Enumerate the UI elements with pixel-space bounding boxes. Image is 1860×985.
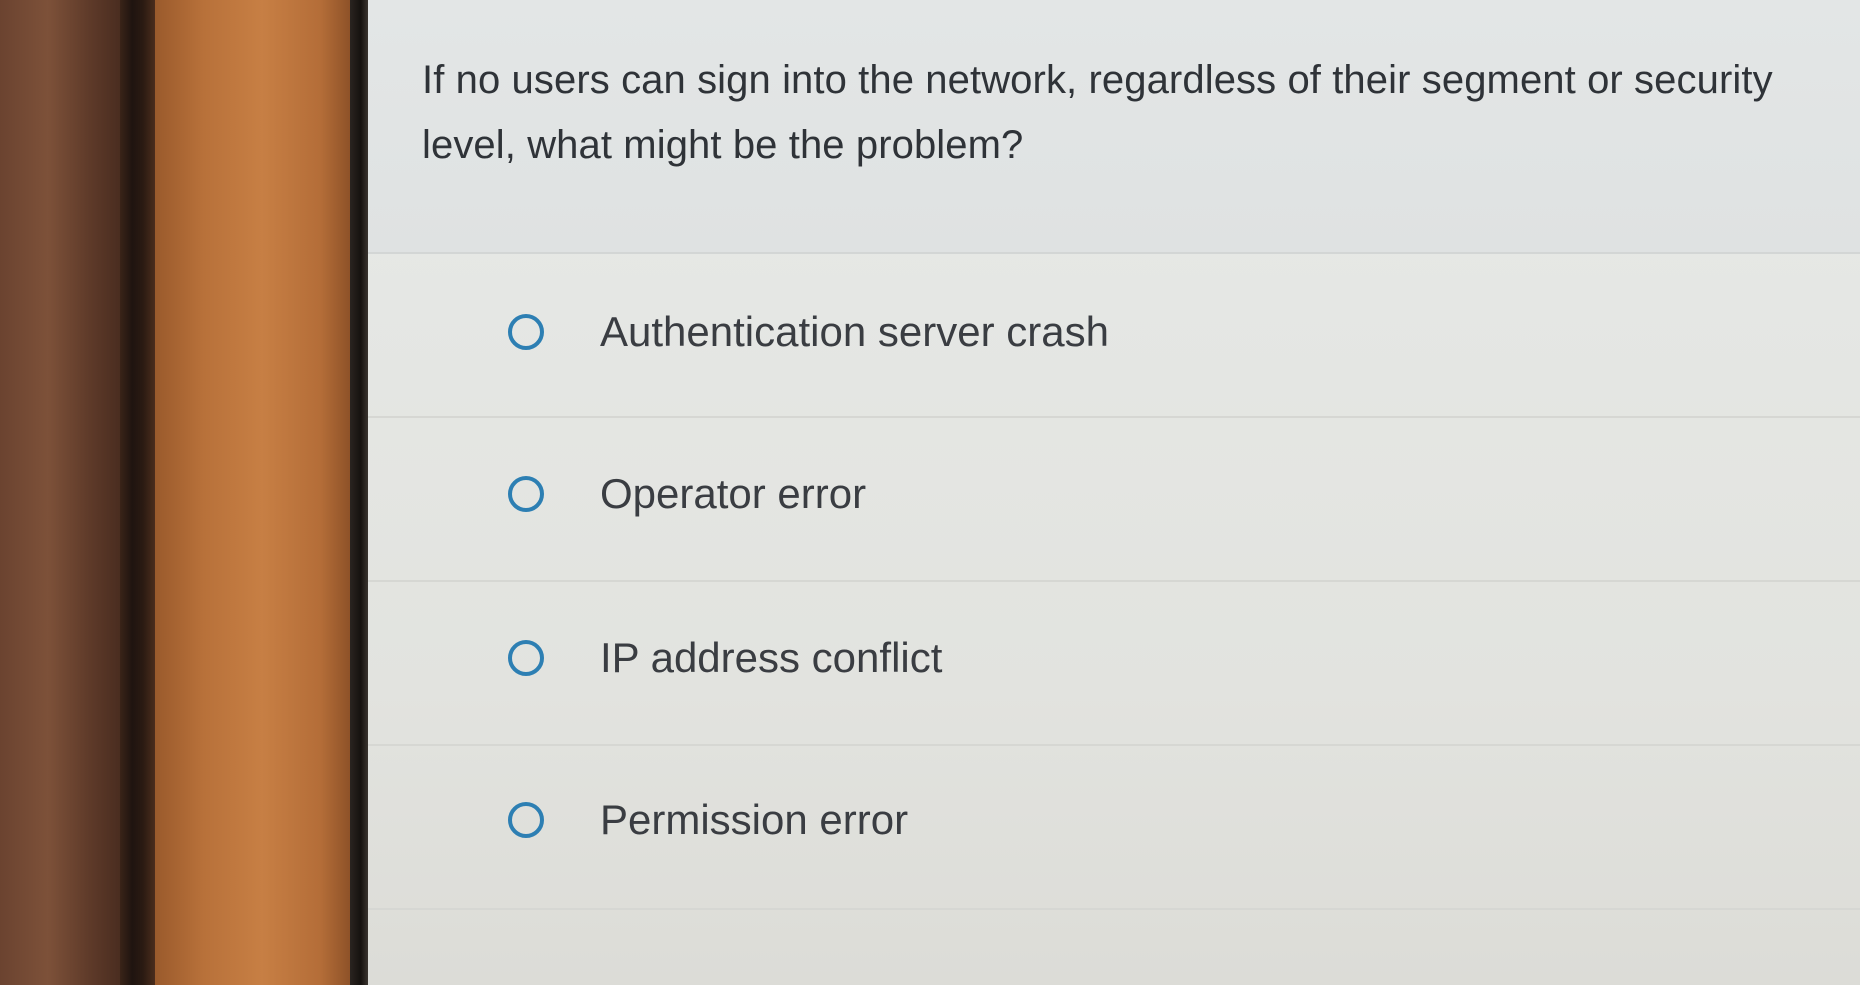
answer-option-label: Permission error — [600, 796, 909, 843]
answer-option-1[interactable]: Authentication server crash — [368, 254, 1860, 418]
radio-button-icon[interactable] — [508, 314, 544, 350]
background-wood-edge — [155, 0, 350, 985]
radio-button-icon[interactable] — [508, 476, 544, 512]
radio-button-icon[interactable] — [508, 802, 544, 838]
answer-option-label: Authentication server crash — [600, 308, 1109, 355]
answer-option-label: IP address conflict — [600, 634, 943, 681]
answer-option-label: Operator error — [600, 470, 867, 517]
background-wood-surface — [0, 0, 120, 985]
quiz-screen: If no users can sign into the network, r… — [368, 0, 1860, 985]
answer-option-2[interactable]: Operator error — [368, 418, 1860, 582]
background-wood-groove — [120, 0, 155, 985]
question-text: If no users can sign into the network, r… — [422, 58, 1773, 167]
answer-option-4[interactable]: Permission error — [368, 746, 1860, 910]
question-header: If no users can sign into the network, r… — [368, 0, 1860, 254]
answer-option-3[interactable]: IP address conflict — [368, 582, 1860, 746]
monitor-bezel — [350, 0, 368, 985]
radio-button-icon[interactable] — [508, 640, 544, 676]
